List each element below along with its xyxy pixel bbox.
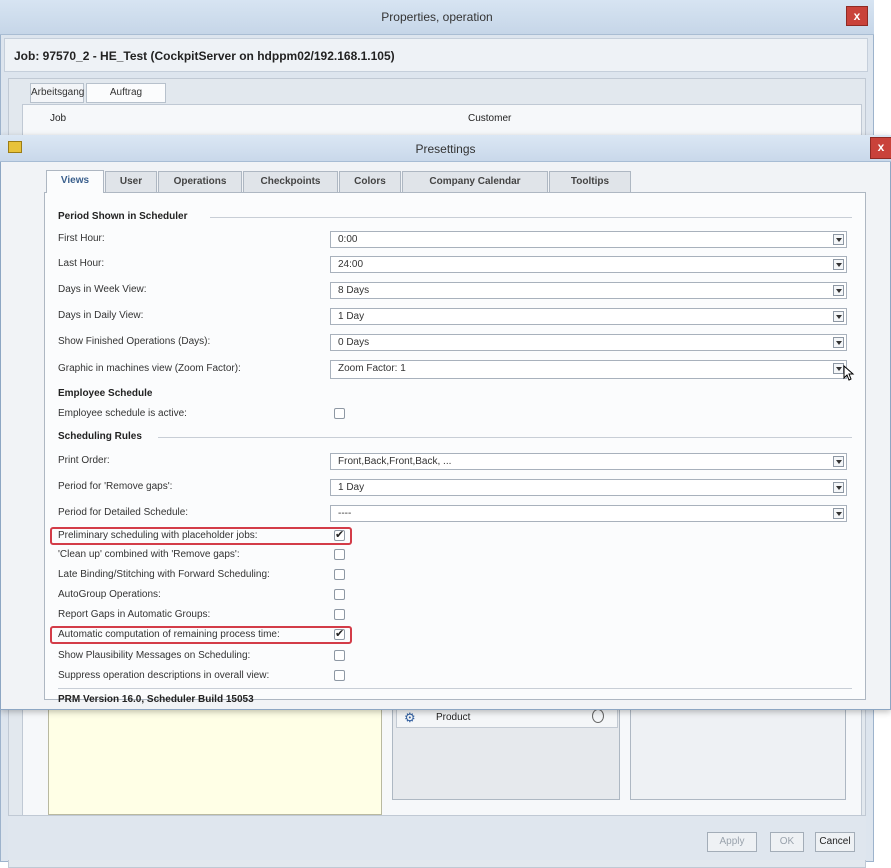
customer-label: Customer [468, 113, 512, 124]
days-daily-view-select[interactable]: 1 Day [330, 308, 847, 325]
chevron-down-icon[interactable] [833, 456, 844, 467]
version-text: PRM Version 16.0, Scheduler Build 15053 [58, 694, 254, 705]
ok-button[interactable]: OK [770, 832, 804, 852]
job-label: Job [50, 113, 67, 124]
chevron-down-icon[interactable] [833, 285, 844, 296]
tab-operations[interactable]: Operations [158, 171, 242, 192]
suppress-descriptions-checkbox[interactable] [334, 670, 345, 681]
report-gaps-checkbox[interactable] [334, 609, 345, 620]
remove-gaps-period-value: 1 Day [338, 482, 365, 493]
finished-ops-label: Show Finished Operations (Days): [58, 336, 211, 347]
finished-ops-value: 0 Days [338, 337, 370, 348]
employee-schedule-checkbox[interactable] [334, 408, 345, 419]
last-hour-value: 24:00 [338, 259, 364, 270]
product-icon: ⚙ [404, 710, 416, 725]
days-week-view-select[interactable]: 8 Days [330, 282, 847, 299]
tab-auftrag[interactable]: Auftrag [86, 83, 166, 103]
employee-schedule-label: Employee schedule is active: [58, 408, 187, 419]
report-gaps-label: Report Gaps in Automatic Groups: [58, 609, 211, 620]
product-row[interactable] [396, 708, 618, 728]
apply-button[interactable]: Apply [707, 832, 757, 852]
chevron-down-icon[interactable] [833, 234, 844, 245]
chevron-down-icon[interactable] [833, 337, 844, 348]
last-hour-select[interactable]: 24:00 [330, 256, 847, 273]
clean-up-label: 'Clean up' combined with 'Remove gaps': [58, 549, 240, 560]
days-week-view-label: Days in Week View: [58, 284, 147, 295]
remaining-time-label: Automatic computation of remaining proce… [58, 629, 280, 640]
days-daily-view-value: 1 Day [338, 311, 365, 322]
print-order-value: Front,Back,Front,Back, ... [338, 456, 452, 467]
clean-up-checkbox[interactable] [334, 549, 345, 560]
section-divider [158, 437, 852, 438]
section-rules-title: Scheduling Rules [58, 431, 142, 442]
chevron-down-icon[interactable] [833, 508, 844, 519]
properties-title: Properties, operation [381, 10, 493, 24]
first-hour-label: First Hour: [58, 233, 105, 244]
tab-views[interactable]: Views [46, 170, 104, 193]
product-radio[interactable] [592, 709, 604, 723]
tab-colors[interactable]: Colors [339, 171, 401, 192]
chevron-down-icon[interactable] [833, 482, 844, 493]
preliminary-scheduling-checkbox[interactable] [334, 528, 345, 541]
suppress-descriptions-label: Suppress operation descriptions in overa… [58, 670, 270, 681]
detailed-schedule-label: Period for Detailed Schedule: [58, 507, 189, 518]
finished-ops-select[interactable]: 0 Days [330, 334, 847, 351]
first-hour-select[interactable]: 0:00 [330, 231, 847, 248]
zoom-factor-label: Graphic in machines view (Zoom Factor): [58, 363, 241, 374]
remove-gaps-period-label: Period for 'Remove gaps': [58, 481, 173, 492]
zoom-factor-value: Zoom Factor: 1 [338, 363, 406, 374]
presettings-title: Presettings [415, 142, 476, 156]
tab-arbeitsgang[interactable]: Arbeitsgang [30, 83, 84, 103]
plausibility-checkbox[interactable] [334, 650, 345, 661]
section-divider [210, 217, 852, 218]
presettings-close-button[interactable]: x [870, 137, 891, 159]
mouse-cursor-icon [843, 365, 855, 381]
preliminary-scheduling-label: Preliminary scheduling with placeholder … [58, 530, 258, 541]
plausibility-label: Show Plausibility Messages on Scheduling… [58, 650, 251, 661]
tab-company-calendar[interactable]: Company Calendar [402, 171, 548, 192]
print-order-label: Print Order: [58, 455, 110, 466]
right-panel [630, 700, 846, 800]
product-label: Product [436, 712, 471, 723]
first-hour-value: 0:00 [338, 234, 358, 245]
detailed-schedule-value: ---- [338, 508, 352, 519]
chevron-down-icon[interactable] [833, 259, 844, 270]
cancel-button[interactable]: Cancel [815, 832, 855, 852]
days-daily-view-label: Days in Daily View: [58, 310, 144, 321]
print-order-select[interactable]: Front,Back,Front,Back, ... [330, 453, 847, 470]
tab-tooltips[interactable]: Tooltips [549, 171, 631, 192]
autogroup-checkbox[interactable] [334, 589, 345, 600]
chevron-down-icon[interactable] [833, 311, 844, 322]
properties-close-button[interactable]: x [846, 6, 868, 26]
tab-checkpoints[interactable]: Checkpoints [243, 171, 338, 192]
section-employee-title: Employee Schedule [58, 388, 153, 399]
last-hour-label: Last Hour: [58, 258, 105, 269]
remaining-time-checkbox[interactable] [334, 627, 345, 640]
late-binding-label: Late Binding/Stitching with Forward Sche… [58, 569, 270, 580]
notes-area[interactable] [48, 700, 382, 815]
section-period-title: Period Shown in Scheduler [58, 211, 188, 222]
autogroup-label: AutoGroup Operations: [58, 589, 161, 600]
days-week-view-value: 8 Days [338, 285, 370, 296]
zoom-factor-select[interactable]: Zoom Factor: 1 [330, 360, 847, 379]
job-info-text: Job: 97570_2 - HE_Test (CockpitServer on… [14, 49, 395, 63]
detailed-schedule-select[interactable]: ---- [330, 505, 847, 522]
late-binding-checkbox[interactable] [334, 569, 345, 580]
tab-user[interactable]: User [105, 171, 157, 192]
remove-gaps-period-select[interactable]: 1 Day [330, 479, 847, 496]
section-divider [58, 688, 852, 689]
